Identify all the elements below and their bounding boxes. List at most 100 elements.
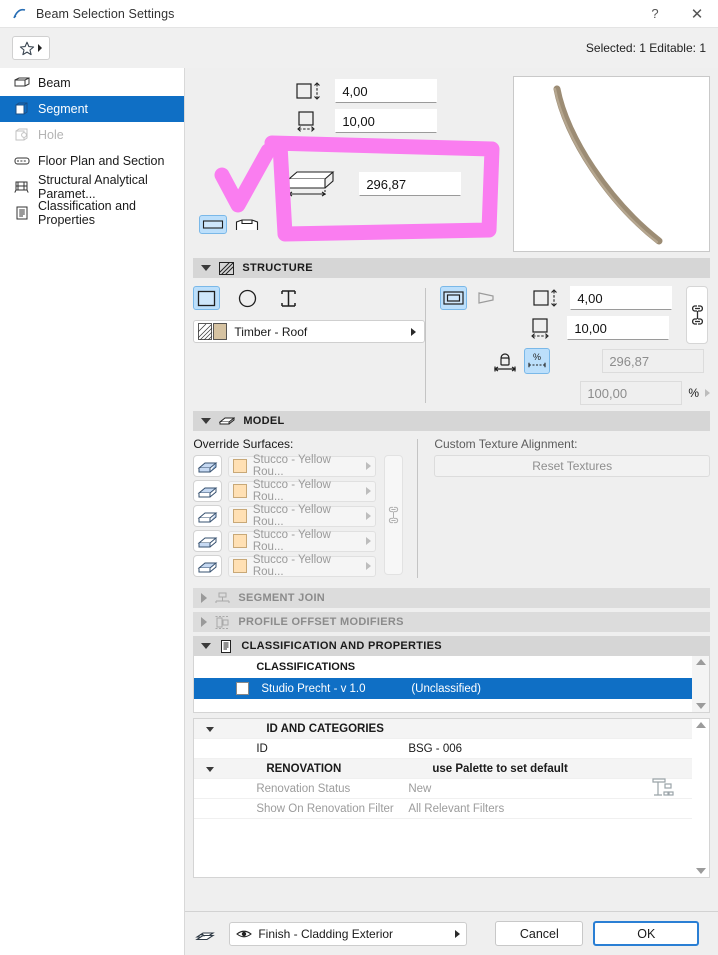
list-item[interactable]: Stucco - Yellow Rou...	[193, 529, 377, 553]
structure-section-title: STRUCTURE	[242, 262, 313, 274]
color-swatch	[233, 534, 247, 548]
straight-beam-toggle[interactable]	[199, 215, 228, 234]
renovation-palette-icon[interactable]	[650, 777, 674, 799]
window-controls: ? ✕	[634, 0, 718, 27]
ibeam-profile-button[interactable]	[275, 286, 302, 310]
scroll-down-icon[interactable]	[695, 703, 706, 709]
window-titlebar: Beam Selection Settings ? ✕	[0, 0, 718, 28]
sidebar-item-beam[interactable]: Beam	[0, 70, 184, 96]
structure-right-column: 4,00 10,00 % 296,87 100,00 %	[440, 286, 710, 405]
classifications-scrollbar[interactable]	[692, 656, 709, 712]
color-swatch	[233, 484, 247, 498]
chevron-down-icon	[201, 643, 212, 649]
tapered-segment-icon	[478, 291, 499, 305]
property-key: ID	[256, 742, 268, 755]
reset-textures-button[interactable]: Reset Textures	[434, 455, 710, 477]
material-combobox[interactable]: Timber - Roof	[193, 320, 426, 343]
sidebar-item-segment[interactable]: Segment	[0, 96, 185, 122]
color-swatch	[233, 459, 247, 473]
star-icon	[19, 41, 35, 56]
surface-bottom-icon[interactable]	[193, 505, 223, 527]
structure-percent-input[interactable]: 100,00	[580, 381, 683, 405]
surface-all-icon[interactable]	[193, 455, 223, 477]
structure-left-column: Timber - Roof	[193, 286, 426, 405]
classification-section-header[interactable]: CLASSIFICATION AND PROPERTIES	[193, 636, 710, 656]
profile-offset-section-header[interactable]: PROFILE OFFSET MODIFIERS	[193, 612, 710, 632]
sidebar-item-floor-plan-and-section[interactable]: Floor Plan and Section	[0, 148, 184, 174]
texture-alignment-label: Custom Texture Alignment:	[434, 437, 578, 451]
beam-length-input[interactable]: 296,87	[359, 172, 462, 196]
property-value[interactable]: BSG - 006	[408, 743, 692, 755]
chevron-right-icon	[411, 327, 417, 336]
list-item[interactable]: Stucco - Yellow Rou...	[193, 479, 377, 503]
beam-width-input[interactable]: 10,00	[335, 109, 438, 133]
settings-content: 4,00 10,00 296,87 STRUCTURE Timber - Roo…	[185, 68, 718, 955]
tapered-segment-button[interactable]	[475, 286, 502, 310]
cancel-button[interactable]: Cancel	[495, 921, 584, 946]
structure-height-input[interactable]: 4,00	[570, 286, 673, 310]
chevron-down-icon[interactable]	[206, 763, 218, 775]
segment-join-section-header[interactable]: SEGMENT JOIN	[193, 588, 710, 608]
chevron-down-icon	[201, 265, 212, 271]
property-value[interactable]: All Relevant Filters	[408, 803, 692, 815]
help-button[interactable]: ?	[634, 0, 676, 27]
list-item[interactable]: Stucco - Yellow Rou...	[193, 554, 377, 578]
circle-profile-button[interactable]	[234, 286, 261, 310]
layer-name: Finish - Cladding Exterior	[258, 926, 394, 941]
surface-side-left-icon[interactable]	[193, 530, 223, 552]
surface-side-right-icon[interactable]	[193, 555, 223, 577]
layer-combobox[interactable]: Finish - Cladding Exterior	[229, 921, 468, 946]
properties-scrollbar[interactable]	[692, 719, 709, 877]
percent-length-toggle[interactable]: %	[524, 348, 551, 374]
rectangle-profile-button[interactable]	[193, 286, 221, 310]
surface-rows: Stucco - Yellow Rou... Stucco - Yellow R…	[193, 454, 377, 580]
sidebar-item-structural-analytical-parameters[interactable]: Structural Analytical Paramet...	[0, 173, 184, 201]
curved-beam-icon	[235, 218, 259, 232]
geometry-panel: 4,00 10,00 296,87	[185, 68, 718, 258]
list-item[interactable]: Stucco - Yellow Rou...	[193, 504, 377, 528]
chevron-right-icon	[366, 487, 372, 495]
ok-button[interactable]: OK	[593, 921, 700, 946]
table-row[interactable]: Studio Precht - v 1.0 (Unclassified)	[194, 678, 692, 699]
structure-width-input[interactable]: 10,00	[567, 316, 670, 340]
table-row[interactable]: Show On Renovation Filter All Relevant F…	[194, 799, 692, 819]
close-button[interactable]: ✕	[676, 0, 718, 27]
surfaces-link-button[interactable]	[384, 455, 404, 575]
hatch-icon	[219, 261, 235, 275]
chevron-down-icon[interactable]	[206, 723, 218, 735]
box-icon	[219, 415, 236, 427]
row-checkbox[interactable]	[236, 682, 250, 695]
table-row[interactable]: ID AND CATEGORIES	[194, 719, 692, 739]
chevron-right-icon	[455, 929, 461, 938]
structure-link-button[interactable]	[686, 286, 708, 344]
3d-beam-preview[interactable]	[513, 76, 710, 252]
list-item[interactable]: Stucco - Yellow Rou...	[193, 454, 377, 478]
classification-name: Studio Precht - v 1.0	[261, 682, 366, 695]
sidebar-item-label: Floor Plan and Section	[38, 154, 165, 168]
curved-beam-toggle[interactable]	[233, 215, 261, 234]
dialog-footer: Finish - Cladding Exterior Cancel OK	[185, 911, 718, 955]
scroll-up-icon[interactable]	[695, 722, 706, 728]
table-row[interactable]: Renovation Status New	[194, 777, 692, 799]
percent-unit-label: %	[688, 386, 699, 400]
solid-segment-button[interactable]	[440, 286, 468, 310]
scroll-up-icon[interactable]	[695, 659, 706, 665]
archicad-icon	[12, 6, 28, 22]
table-row[interactable]: ID BSG - 006	[194, 739, 692, 759]
beam-height-input[interactable]: 4,00	[335, 79, 438, 103]
classification-section-title: CLASSIFICATION AND PROPERTIES	[241, 640, 442, 652]
table-row[interactable]: RENOVATION use Palette to set default	[194, 759, 692, 779]
property-value: use Palette to set default	[432, 762, 568, 775]
settings-sidebar: Beam Segment Hole Floor Plan and Section…	[0, 68, 186, 955]
model-section-header[interactable]: MODEL	[193, 411, 710, 431]
surface-top-icon[interactable]	[193, 480, 223, 502]
scroll-down-icon[interactable]	[695, 868, 706, 874]
chevron-right-icon[interactable]	[705, 389, 710, 397]
structure-section-header[interactable]: STRUCTURE	[193, 258, 710, 278]
color-swatch	[233, 559, 247, 573]
property-key: Renovation Status	[256, 782, 351, 795]
favorites-button[interactable]	[12, 36, 50, 60]
layers-stack-icon[interactable]	[195, 925, 219, 943]
width-dimension-icon	[529, 317, 559, 339]
sidebar-item-classification-and-properties[interactable]: Classification and Properties	[0, 199, 184, 227]
